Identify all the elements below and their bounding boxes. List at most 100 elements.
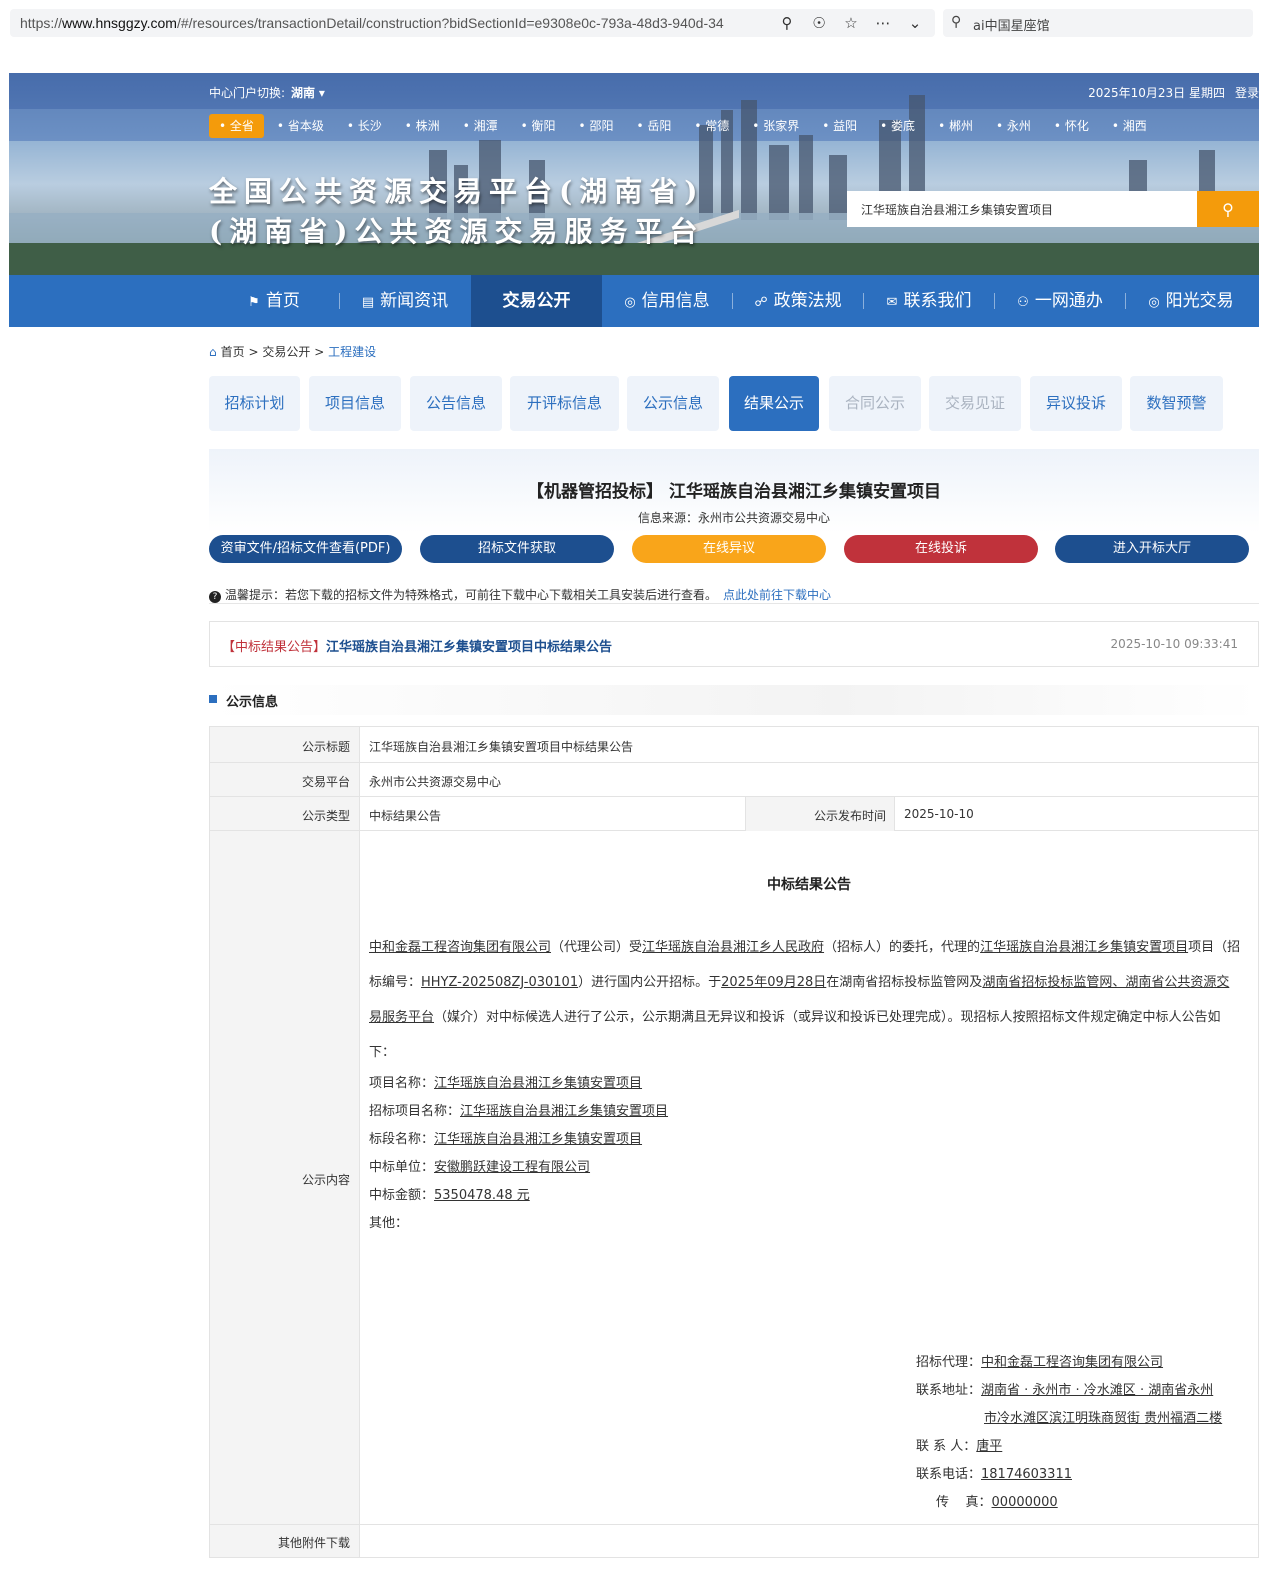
breadcrumb: ⌂ 首页 > 交易公开 > 工程建设 [209, 343, 376, 360]
site-banner: 中心门户切换: 湖南 ▾ 2025年10月23日 星期四 登录 • 全省 • 省本级… [9, 73, 1259, 275]
square-bullet-icon [209, 695, 217, 703]
city-item[interactable]: • 岳阳 [626, 114, 681, 138]
tab-announcement[interactable]: 公告信息 [410, 376, 502, 431]
doc-item: 其他： [369, 1216, 409, 1231]
row-value: 江华瑶族自治县湘江乡集镇安置项目中标结果公告 [369, 740, 634, 754]
caret-down-icon[interactable]: ▾ [319, 86, 325, 100]
city-item[interactable]: • 永州 [986, 114, 1041, 138]
skyline-building [769, 145, 789, 220]
breadcrumb-home[interactable]: 首页 [221, 345, 245, 359]
tab-result[interactable]: 结果公示 [729, 376, 819, 431]
city-item[interactable]: • 全省 [209, 114, 264, 138]
portal-value[interactable]: 湖南 [291, 86, 315, 100]
city-item[interactable]: • 怀化 [1044, 114, 1099, 138]
tab-complaint[interactable]: 异议投诉 [1030, 376, 1122, 431]
nav-item-trade[interactable]: 交易公开 [471, 275, 602, 327]
notice-tag: 【中标结果公告】 [222, 640, 327, 655]
notice-title-text[interactable]: 江华瑶族自治县湘江乡集镇安置项目中标结果公告 [326, 640, 612, 655]
city-item[interactable]: • 娄底 [870, 114, 925, 138]
table-row: 其他附件下载 [210, 1525, 1258, 1559]
city-item[interactable]: • 衡阳 [511, 114, 566, 138]
chevron-down-icon[interactable]: ⌄ [905, 12, 925, 34]
nav-item-home[interactable]: ⚑ 首页 [209, 275, 339, 327]
doc-item: 标段名称：江华瑶族自治县湘江乡集镇安置项目 [369, 1132, 643, 1147]
site-search-input[interactable]: 江华瑶族自治县湘江乡集镇安置项目 [861, 201, 1053, 218]
top-strip [9, 73, 1259, 109]
city-item[interactable]: • 湘潭 [453, 114, 508, 138]
city-item[interactable]: • 长沙 [337, 114, 392, 138]
online-objection-button[interactable]: 在线异议 [632, 535, 826, 563]
row-label: 公示类型 [301, 809, 350, 823]
doc-item: 招标项目名称：江华瑶族自治县湘江乡集镇安置项目 [369, 1104, 669, 1119]
skyline-building [829, 155, 847, 220]
breadcrumb-current[interactable]: 工程建设 [328, 345, 376, 359]
tip-text: 温馨提示：若您下载的招标文件为特殊格式，可前往下载中心下载相关工具安装后进行查看… [225, 588, 718, 602]
city-item[interactable]: • 郴州 [928, 114, 983, 138]
nav-item-onestop[interactable]: ⚇ 一网通办 [995, 275, 1125, 327]
browser-search-box[interactable]: ⚲ ai中国星座馆 [943, 9, 1253, 37]
project-source: 信息来源：永州市公共资源交易中心 [637, 511, 830, 525]
tab-warning[interactable]: 数智预警 [1130, 376, 1223, 431]
portal-label: 中心门户切换: [209, 86, 286, 100]
site-title-line1: 全国公共资源交易平台(湖南省) [209, 175, 705, 208]
bid-code: HHYZ-202508ZJ-030101 [421, 975, 579, 990]
tab-bid-plan[interactable]: 招标计划 [209, 376, 300, 431]
browser-toolbar: https://www.hnsggzy.com/#/resources/tran… [0, 0, 1287, 46]
breadcrumb-separator: > [314, 345, 325, 359]
city-list: • 全省 • 省本级 • 长沙 • 株洲 • 湘潭 • 衡阳 • 邵阳 • 岳阳… [209, 114, 1160, 138]
skyline-building [799, 135, 813, 220]
download-tip: ? 温馨提示：若您下载的招标文件为特殊格式，可前往下载中心下载相关工具安装后进行查… [209, 586, 831, 603]
enter-hall-button[interactable]: 进入开标大厅 [1055, 535, 1249, 563]
download-center-link[interactable]: 点此处前往下载中心 [723, 588, 831, 602]
owner-name: 江华瑶族自治县湘江乡人民政府 [642, 940, 825, 955]
login-link[interactable]: 登录 [1235, 86, 1259, 100]
city-item[interactable]: • 张家界 [742, 114, 809, 138]
portal-switch[interactable]: 中心门户切换: 湖南 ▾ [209, 84, 325, 101]
address-bar[interactable]: https://www.hnsggzy.com/#/resources/tran… [10, 9, 935, 37]
tab-contract[interactable]: 合同公示 [829, 376, 921, 431]
get-bid-file-button[interactable]: 招标文件获取 [420, 535, 614, 563]
policy-icon: ☍ [754, 295, 768, 310]
view-pdf-button[interactable]: 资审文件/招标文件查看(PDF) [209, 535, 402, 563]
site-search-button[interactable]: ⚲ [1197, 191, 1259, 227]
tab-witness[interactable]: 交易见证 [929, 376, 1021, 431]
agent-name: 中和金磊工程咨询集团有限公司 [369, 940, 552, 955]
doc-item: 项目名称：江华瑶族自治县湘江乡集镇安置项目 [369, 1076, 643, 1091]
home-icon: ⚑ [248, 295, 260, 310]
more-icon[interactable]: ⋯ [873, 12, 893, 34]
question-icon: ? [209, 591, 221, 603]
online-complaint-button[interactable]: 在线投诉 [844, 535, 1038, 563]
nav-item-contact[interactable]: ✉ 联系我们 [864, 275, 994, 327]
city-item[interactable]: • 湘西 [1102, 114, 1157, 138]
notice-title[interactable]: 【中标结果公告】江华瑶族自治县湘江乡集镇安置项目中标结果公告 [222, 636, 612, 655]
publish-value: 2025-10-10 [904, 807, 974, 821]
signature-address-2: 市冷水滩区滨江明珠商贸街 贵州福酒二楼 [984, 1411, 1223, 1426]
home-icon: ⌂ [209, 345, 217, 359]
current-date: 2025年10月23日 星期四 [1088, 86, 1225, 100]
city-item[interactable]: • 常德 [684, 114, 739, 138]
tab-project-info[interactable]: 项目信息 [309, 376, 401, 431]
zoom-icon[interactable]: ⚲ [777, 12, 797, 34]
nav-item-news[interactable]: ▤ 新闻资讯 [340, 275, 470, 327]
city-item[interactable]: • 益阳 [812, 114, 867, 138]
tab-bid-opening[interactable]: 开评标信息 [510, 376, 619, 431]
publish-label: 公示发布时间 [813, 809, 886, 823]
browser-search-text[interactable]: ai中国星座馆 [973, 15, 1050, 34]
tab-publicity[interactable]: 公示信息 [627, 376, 719, 431]
url-text[interactable]: https://www.hnsggzy.com/#/resources/tran… [20, 15, 780, 31]
star-icon[interactable]: ☆ [841, 12, 861, 34]
publish-label-cell: 公示发布时间 [745, 797, 895, 831]
content-label: 公示内容 [301, 1173, 350, 1187]
search-icon: ⚲ [951, 14, 962, 30]
nav-item-policy[interactable]: ☍ 政策法规 [733, 275, 863, 327]
notice-bar[interactable]: 【中标结果公告】江华瑶族自治县湘江乡集镇安置项目中标结果公告 2025-10-1… [209, 621, 1259, 667]
city-item[interactable]: • 省本级 [267, 114, 334, 138]
city-item[interactable]: • 邵阳 [569, 114, 624, 138]
doc-paragraph: 中和金磊工程咨询集团有限公司（代理公司）受江华瑶族自治县湘江乡人民政府（招标人）… [369, 940, 1241, 1060]
nav-item-credit[interactable]: ◎ 信用信息 [602, 275, 732, 327]
project-name: 江华瑶族自治县湘江乡集镇安置项目 [980, 940, 1189, 955]
city-item[interactable]: • 株洲 [395, 114, 450, 138]
nav-item-sunshine[interactable]: ◎ 阳光交易 [1126, 275, 1256, 327]
location-icon[interactable]: ☉ [809, 12, 829, 34]
breadcrumb-trade[interactable]: 交易公开 [262, 345, 310, 359]
